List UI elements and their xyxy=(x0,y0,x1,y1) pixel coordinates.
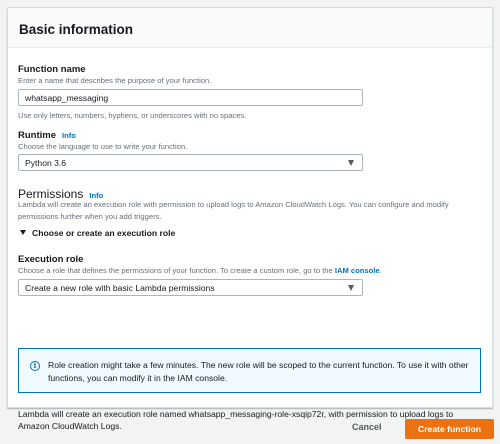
panel-header: Basic information xyxy=(8,8,492,48)
function-name-description: Enter a name that describes the purpose … xyxy=(18,76,212,85)
execution-role-label: Execution role xyxy=(18,254,84,265)
alert-text: Role creation might take a few minutes. … xyxy=(48,360,469,383)
execution-role-selected-value: Create a new role with basic Lambda perm… xyxy=(25,283,215,293)
expander-label: Choose or create an execution role xyxy=(32,228,176,238)
execution-role-description: Choose a role that defines the permissio… xyxy=(18,266,382,275)
function-name-input[interactable]: whatsapp_messaging xyxy=(18,89,363,106)
permissions-description: Lambda will create an execution role wit… xyxy=(18,200,449,221)
runtime-label: Runtime xyxy=(18,130,56,141)
execution-role-expander[interactable]: Choose or create an execution role xyxy=(20,228,175,238)
runtime-description: Choose the language to use to write your… xyxy=(18,142,188,151)
runtime-select[interactable]: Python 3.6 xyxy=(18,154,363,171)
basic-information-panel: Basic information Function name Enter a … xyxy=(7,7,493,431)
function-name-label: Function name xyxy=(18,64,86,75)
runtime-info-link[interactable]: Info xyxy=(62,131,76,140)
caret-down-icon xyxy=(348,160,354,166)
info-alert: i Role creation might take a few minutes… xyxy=(18,348,481,393)
cancel-button[interactable]: Cancel xyxy=(352,422,382,432)
caret-down-icon xyxy=(348,285,354,291)
execution-role-description-text: Choose a role that defines the permissio… xyxy=(18,266,333,275)
info-icon: i xyxy=(30,361,40,371)
triangle-down-icon xyxy=(20,230,26,235)
iam-console-link[interactable]: IAM console xyxy=(335,266,380,275)
runtime-selected-value: Python 3.6 xyxy=(25,158,67,168)
execution-role-select[interactable]: Create a new role with basic Lambda perm… xyxy=(18,279,363,296)
runtime-label-row: Runtime Info xyxy=(18,130,76,141)
create-function-button[interactable]: Create function xyxy=(405,419,494,439)
execution-role-description-end: . xyxy=(379,266,382,275)
panel-title: Basic information xyxy=(19,22,134,37)
function-name-hint: Use only letters, numbers, hyphens, or u… xyxy=(18,111,247,120)
